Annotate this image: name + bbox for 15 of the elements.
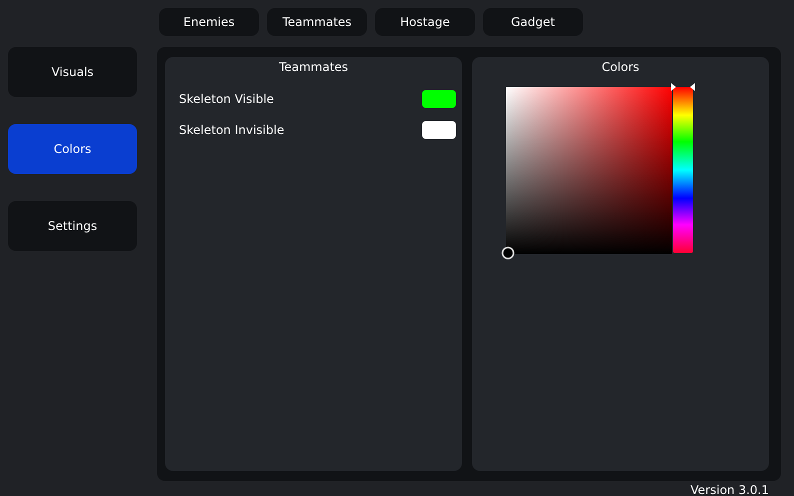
panel-title: Teammates <box>278 59 350 76</box>
hue-slider[interactable] <box>671 83 695 253</box>
sidebar-item[interactable]: Colors <box>8 124 137 174</box>
panel-title: Colors <box>600 59 640 76</box>
category-tab[interactable]: Hostage <box>375 8 475 36</box>
version-label: Version 3.0.1 <box>690 483 770 496</box>
option-label: Skeleton Visible <box>179 92 274 106</box>
sidebar-item[interactable]: Settings <box>8 201 137 251</box>
category-tab[interactable]: Gadget <box>483 8 583 36</box>
option-label: Skeleton Invisible <box>179 122 284 136</box>
sidebar-item[interactable]: Visuals <box>8 47 137 97</box>
color-swatch[interactable] <box>422 120 456 138</box>
category-tab[interactable]: Enemies <box>159 8 259 36</box>
color-swatch[interactable] <box>422 90 456 108</box>
category-tab[interactable]: Teammates <box>267 8 367 36</box>
